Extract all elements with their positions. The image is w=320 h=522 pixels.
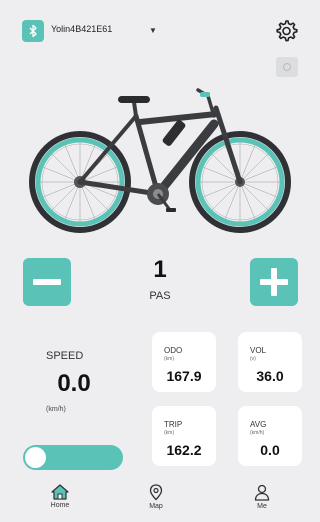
user-icon [254, 484, 270, 501]
nav-map-label: Map [149, 503, 163, 510]
pas-decrease-button[interactable] [23, 258, 71, 306]
chevron-down-icon[interactable]: ▼ [149, 26, 157, 35]
odo-unit: (km) [164, 356, 174, 362]
minus-icon [33, 279, 61, 285]
trip-card: TRIP (km) 162.2 [152, 406, 216, 466]
nav-me-label: Me [257, 503, 267, 510]
vol-label: VOL [250, 346, 267, 355]
top-bar: Yolin4B421E61 ▼ [0, 0, 311, 77]
bluetooth-icon[interactable] [22, 20, 44, 42]
nav-me[interactable]: Me [237, 484, 287, 510]
avg-unit: (km/h) [250, 430, 265, 436]
avg-card: AVG (km/h) 0.0 [238, 406, 302, 466]
plus-icon [260, 268, 288, 296]
map-pin-icon [149, 484, 163, 501]
trip-unit: (km) [164, 430, 174, 436]
nav-map[interactable]: Map [131, 484, 181, 510]
speed-value: 0.0 [57, 370, 91, 397]
bike-illustration [28, 82, 298, 258]
avg-label: AVG [250, 420, 267, 429]
odo-value: 167.9 [166, 368, 202, 384]
light-toggle-button[interactable] [276, 57, 298, 77]
nav-home[interactable]: Home [35, 484, 85, 509]
power-toggle[interactable] [23, 445, 123, 470]
bottom-nav: Home Map Me [0, 480, 311, 522]
trip-value: 162.2 [166, 442, 202, 458]
odo-label: ODO [164, 346, 183, 355]
speed-unit: (km/h) [46, 406, 66, 413]
device-name[interactable]: Yolin4B421E61 [51, 24, 112, 34]
speed-label: SPEED [46, 350, 84, 362]
vol-card: VOL (v) 36.0 [238, 332, 302, 392]
battery [162, 120, 186, 146]
trip-label: TRIP [164, 420, 183, 429]
toggle-knob[interactable] [25, 447, 46, 468]
vol-value: 36.0 [256, 368, 284, 384]
gear-icon[interactable] [273, 18, 299, 44]
pas-increase-button[interactable] [250, 258, 298, 306]
vol-unit: (v) [250, 356, 256, 362]
display [200, 92, 210, 97]
pas-value: 1 [153, 256, 167, 283]
home-icon [51, 484, 69, 500]
nav-home-label: Home [50, 502, 70, 509]
saddle [118, 96, 150, 103]
odo-card: ODO (km) 167.9 [152, 332, 216, 392]
avg-value: 0.0 [260, 442, 280, 458]
pas-label: PAS [149, 290, 171, 302]
